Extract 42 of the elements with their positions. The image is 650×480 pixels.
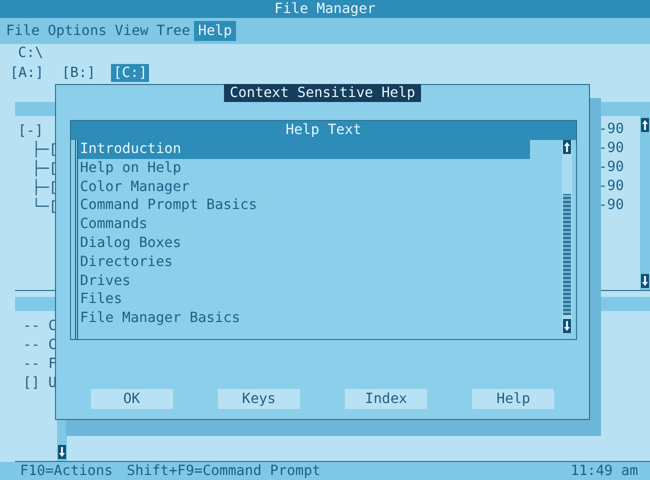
menu-item[interactable]: File (2, 20, 44, 41)
help-topic-item[interactable]: Files (78, 290, 530, 310)
menu-item[interactable]: Tree (152, 20, 194, 41)
file-size-text: -90 (598, 120, 624, 139)
shortcut-hint[interactable]: Shift+F9=Command Prompt (126, 463, 321, 480)
help-topic-item[interactable]: Commands (78, 215, 530, 234)
file-size-text: -90 (598, 176, 624, 196)
scroll-up-arrow-icon[interactable] (641, 118, 649, 132)
path-label: C:\ (17, 44, 44, 62)
drive-button[interactable]: [C:] (111, 64, 150, 82)
window-title: File Manager (0, 0, 650, 18)
file-size-text: -90 (598, 196, 624, 215)
help-topic-item[interactable]: Introduction (78, 140, 530, 159)
scroll-down-arrow-icon[interactable] (641, 274, 649, 288)
help-topic-item[interactable]: Command Prompt Basics (78, 196, 530, 216)
scroll-up-arrow-icon[interactable] (563, 140, 571, 154)
scroll-down-arrow-icon[interactable] (563, 319, 571, 333)
drive-button[interactable]: [A:] (8, 64, 46, 82)
file-size-text: -90 (598, 158, 624, 177)
menu-item[interactable]: View (110, 20, 152, 41)
clock-text: 11:49 am (570, 463, 638, 480)
help-topic-item[interactable]: Dialog Boxes (78, 234, 530, 253)
dialog-button[interactable]: OK (90, 389, 173, 409)
scroll-bar[interactable] (562, 140, 572, 333)
help-topic-item[interactable]: Drives (78, 272, 530, 290)
list-header: Help Text (71, 121, 576, 140)
dialog-button[interactable]: Help (472, 389, 554, 409)
drive-button[interactable]: [B:] (60, 64, 98, 82)
help-topic-item[interactable]: Directories (78, 252, 530, 272)
scroll-down-arrow-icon[interactable] (58, 445, 66, 460)
dialog-button[interactable]: Index (345, 389, 428, 409)
help-topic-item[interactable]: File Manager Basics (78, 309, 530, 328)
menu-item[interactable]: Help (194, 20, 236, 41)
shortcut-hint[interactable]: F10=Actions (20, 463, 113, 480)
scroll-bar[interactable] (640, 116, 650, 290)
dialog-title: Context Sensitive Help (224, 84, 422, 102)
menu-item[interactable]: Options (44, 20, 111, 41)
file-size-text: -90 (598, 138, 624, 158)
help-topic-item[interactable]: Help on Help (78, 158, 530, 178)
help-topic-item[interactable]: Color Manager (78, 178, 530, 196)
scroll-thumb[interactable] (563, 194, 571, 315)
dialog-button[interactable]: Keys (218, 389, 300, 409)
